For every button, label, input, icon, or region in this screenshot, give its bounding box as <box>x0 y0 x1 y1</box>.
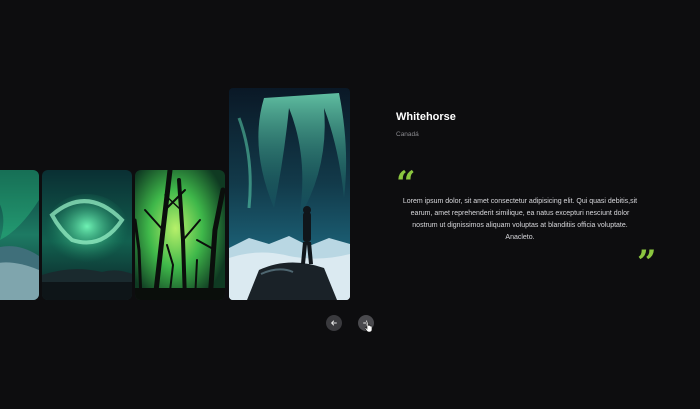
slide-subtitle: Canadá <box>396 131 419 138</box>
aurora-swirl-image <box>42 170 132 300</box>
gallery-card-aurora-snow[interactable] <box>0 170 39 300</box>
quote-close-mark: ” <box>637 243 657 283</box>
gallery-card-aurora-forest[interactable] <box>135 170 225 300</box>
slide-info: Whitehorse Canadá <box>396 110 656 139</box>
gallery-card-aurora-person[interactable] <box>229 88 350 300</box>
aurora-snow-image <box>0 170 39 300</box>
previous-button[interactable] <box>326 315 342 331</box>
hand-cursor-icon <box>364 321 373 333</box>
arrow-left-icon <box>331 320 337 326</box>
aurora-person-image <box>229 88 350 300</box>
gallery-card-aurora-swirl[interactable] <box>42 170 132 300</box>
aurora-forest-image <box>135 170 225 300</box>
image-carousel <box>0 0 360 409</box>
slide-title: Whitehorse <box>396 111 456 123</box>
quote-text: Lorem ipsum dolor, sit amet consectetur … <box>402 198 638 241</box>
